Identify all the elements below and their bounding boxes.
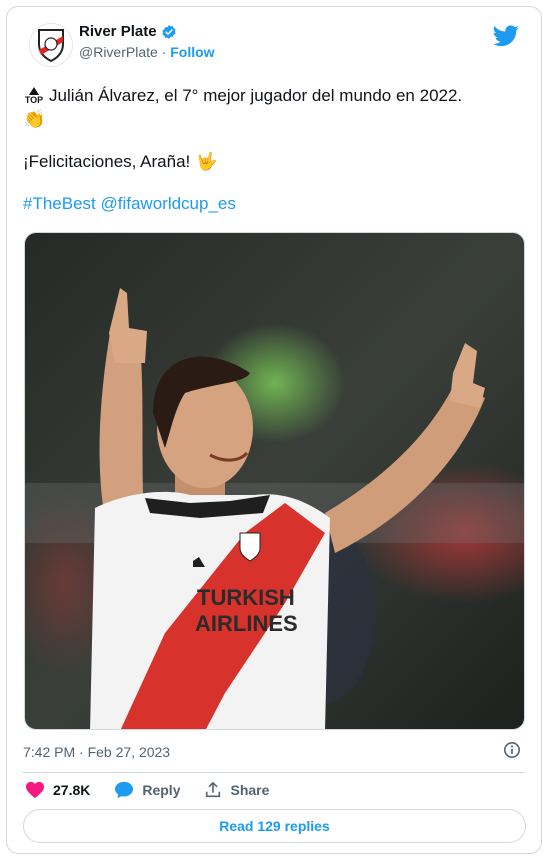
info-icon[interactable] bbox=[503, 741, 521, 759]
divider bbox=[23, 772, 525, 773]
heart-icon bbox=[26, 781, 44, 799]
share-icon bbox=[206, 781, 221, 798]
tweet-line-1: TOP Julián Álvarez, el 7° mejor jugador … bbox=[23, 85, 533, 107]
tweet-timestamp[interactable]: 7:42 PM · Feb 27, 2023 bbox=[23, 744, 170, 760]
like-count: 27.8K bbox=[53, 782, 91, 798]
tweet-card: River Plate @RiverPlate · Follow TOP Jul… bbox=[6, 6, 542, 854]
author-display-name[interactable]: River Plate bbox=[79, 23, 215, 40]
love-you-gesture-emoji-icon: 🤟 bbox=[196, 152, 218, 171]
player-celebration-photo: TURKISH AIRLINES bbox=[25, 233, 524, 729]
top-emoji-icon: TOP bbox=[23, 87, 45, 105]
handle-row: @RiverPlate · Follow bbox=[79, 44, 215, 60]
reply-label: Reply bbox=[142, 782, 181, 798]
hashtag-link[interactable]: #TheBest bbox=[23, 194, 96, 213]
clap-emoji-icon: 👏 bbox=[23, 109, 46, 129]
tweet-tags: #TheBest @fifaworldcup_es bbox=[23, 193, 533, 215]
reply-bubble-icon bbox=[115, 781, 134, 799]
separator-dot: · bbox=[161, 44, 171, 60]
avatar[interactable] bbox=[29, 23, 73, 67]
tweet-photo[interactable]: TURKISH AIRLINES bbox=[24, 232, 525, 730]
tweet-header: River Plate @RiverPlate · Follow bbox=[25, 21, 525, 71]
follow-link[interactable]: Follow bbox=[170, 44, 214, 60]
river-plate-crest-icon bbox=[38, 29, 64, 62]
share-button[interactable]: Share bbox=[204, 781, 269, 799]
mention-link[interactable]: @fifaworldcup_es bbox=[101, 194, 236, 213]
reply-button[interactable]: Reply bbox=[114, 781, 180, 799]
share-label: Share bbox=[230, 782, 270, 798]
verified-badge-icon bbox=[162, 24, 176, 39]
action-bar: 27.8K Reply Share bbox=[25, 781, 293, 799]
read-replies-button[interactable]: Read 129 replies bbox=[23, 809, 526, 843]
display-name-text: River Plate bbox=[79, 23, 157, 40]
author-names: River Plate @RiverPlate · Follow bbox=[79, 23, 215, 60]
svg-text:AIRLINES: AIRLINES bbox=[195, 611, 298, 636]
twitter-bird-icon[interactable] bbox=[493, 25, 519, 47]
tweet-line-2-text: ¡Felicitaciones, Araña! bbox=[23, 152, 191, 171]
read-replies-label: Read 129 replies bbox=[219, 818, 330, 834]
tweet-line-1-text: Julián Álvarez, el 7° mejor jugador del … bbox=[49, 86, 463, 105]
tweet-text: TOP Julián Álvarez, el 7° mejor jugador … bbox=[23, 85, 533, 215]
like-button[interactable]: 27.8K bbox=[25, 781, 90, 799]
tweet-line-2: ¡Felicitaciones, Araña! 🤟 bbox=[23, 151, 533, 173]
svg-text:TURKISH: TURKISH bbox=[197, 585, 295, 610]
author-handle[interactable]: @RiverPlate bbox=[79, 44, 158, 60]
